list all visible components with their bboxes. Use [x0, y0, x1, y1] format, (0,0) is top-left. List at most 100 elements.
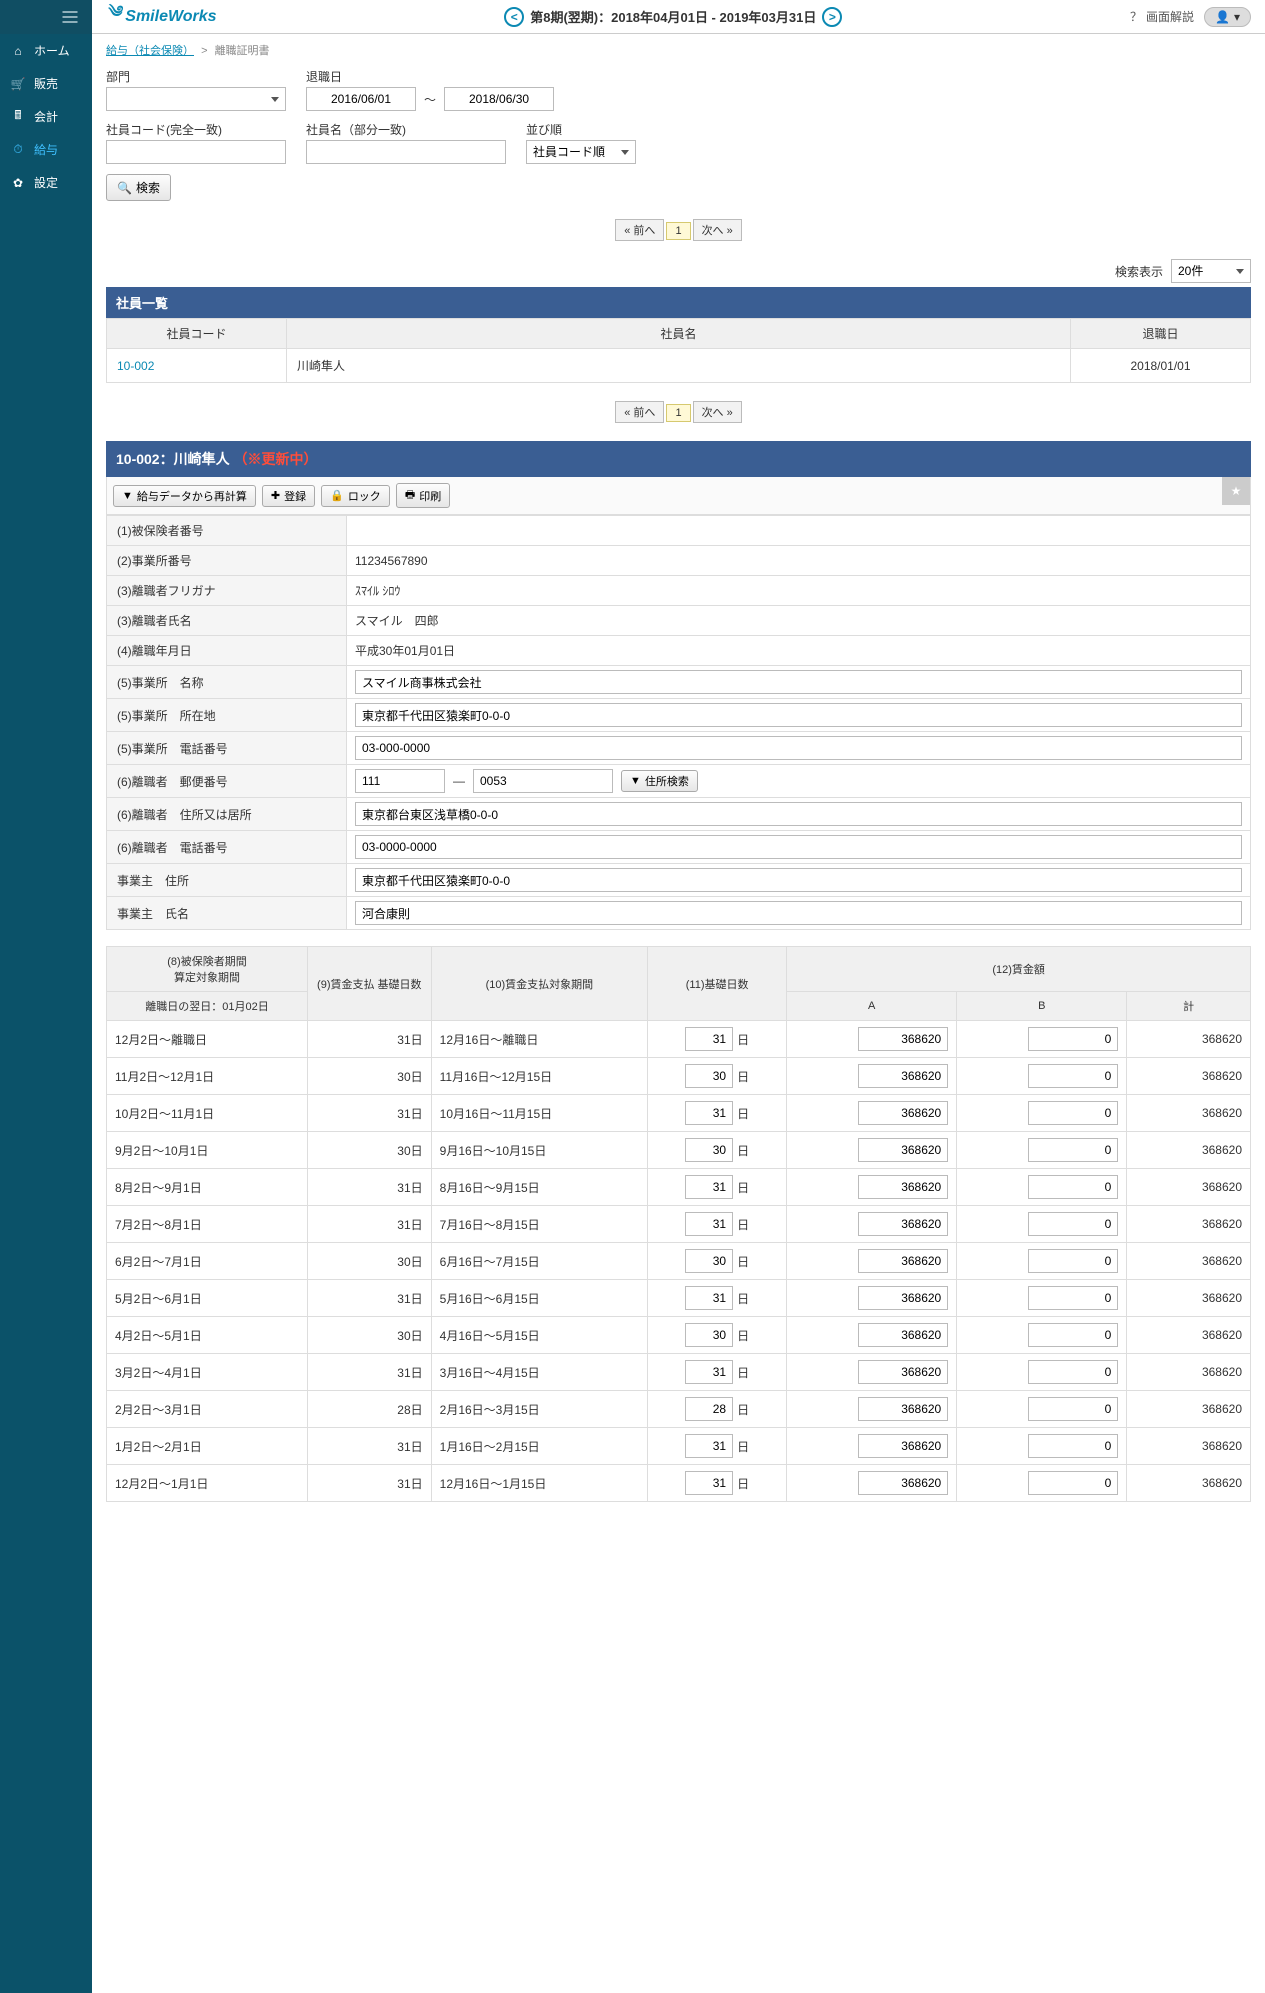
emp-code[interactable]: 10-002 — [107, 349, 287, 383]
breadcrumb-parent[interactable]: 給与（社会保険） — [106, 45, 194, 57]
nav-label: 設定 — [34, 174, 58, 191]
pager-page[interactable]: 1 — [666, 404, 690, 422]
wage-a-input[interactable] — [858, 1101, 948, 1125]
period-prev-button[interactable]: < — [504, 7, 524, 27]
office-tel-input[interactable] — [355, 736, 1242, 760]
days9: 30日 — [307, 1132, 431, 1169]
display-label: 検索表示 — [1115, 263, 1163, 280]
office-addr-input[interactable] — [355, 703, 1242, 727]
wage-b-input[interactable] — [1028, 1434, 1118, 1458]
wage-row: 1月2日～2月1日 31日 1月16日～2月15日 日 368620 — [107, 1428, 1251, 1465]
days11-input[interactable] — [685, 1101, 733, 1125]
nav-settings[interactable]: ✿設定 — [0, 166, 92, 199]
zip1-input[interactable] — [355, 769, 445, 793]
wage-a-input[interactable] — [858, 1471, 948, 1495]
sort-select[interactable]: 社員コード順 — [526, 140, 636, 164]
pager-next[interactable]: 次へ » — [693, 219, 742, 241]
table-row[interactable]: 10-002川崎隼人2018/01/01 — [107, 349, 1251, 383]
pager-next[interactable]: 次へ » — [693, 401, 742, 423]
search-button[interactable]: 🔍検索 — [106, 174, 171, 201]
wage-a-input[interactable] — [858, 1064, 948, 1088]
wage-a-input[interactable] — [858, 1212, 948, 1236]
f7b-label: 事業主 氏名 — [107, 897, 347, 930]
wage-a-input[interactable] — [858, 1397, 948, 1421]
lock-button[interactable]: 🔒 ロック — [321, 485, 390, 507]
days11-input[interactable] — [685, 1027, 733, 1051]
pager-prev[interactable]: « 前へ — [615, 219, 664, 241]
wage-a-input[interactable] — [858, 1138, 948, 1162]
wage-total: 368620 — [1127, 1428, 1251, 1465]
days11-input[interactable] — [685, 1175, 733, 1199]
logo[interactable]: ༄ SmileWorks — [106, 0, 217, 39]
period-next-button[interactable]: > — [822, 7, 842, 27]
days11-input[interactable] — [685, 1471, 733, 1495]
print-button[interactable]: 🖶 印刷 — [396, 483, 450, 508]
wage-total: 368620 — [1127, 1280, 1251, 1317]
employee-name-input[interactable] — [306, 140, 506, 164]
wage-a-input[interactable] — [858, 1249, 948, 1273]
wage-a-input[interactable] — [858, 1360, 948, 1384]
days11-input[interactable] — [685, 1323, 733, 1347]
wage-b-input[interactable] — [1028, 1397, 1118, 1421]
pager-page[interactable]: 1 — [666, 222, 690, 240]
owner-name-input[interactable] — [355, 901, 1242, 925]
sub-next: 離職日の翌日：01月02日 — [107, 992, 308, 1021]
office-name-input[interactable] — [355, 670, 1242, 694]
day-unit: 日 — [737, 1179, 749, 1196]
wage-b-input[interactable] — [1028, 1249, 1118, 1273]
owner-addr-input[interactable] — [355, 868, 1242, 892]
nav-accounting[interactable]: 🖩会計 — [0, 100, 92, 133]
nav-sales[interactable]: 🛒販売 — [0, 67, 92, 100]
wage-a-input[interactable] — [858, 1027, 948, 1051]
user-menu[interactable]: 👤▾ — [1204, 7, 1251, 27]
register-button[interactable]: ✚ 登録 — [262, 485, 315, 507]
wage-b-input[interactable] — [1028, 1323, 1118, 1347]
dept-select[interactable] — [106, 87, 286, 111]
days11-input[interactable] — [685, 1286, 733, 1310]
nav-home[interactable]: ⌂ホーム — [0, 34, 92, 67]
days11-input[interactable] — [685, 1434, 733, 1458]
pager-prev[interactable]: « 前へ — [615, 401, 664, 423]
menu-toggle[interactable] — [0, 0, 92, 34]
wage-b-input[interactable] — [1028, 1175, 1118, 1199]
wage-a-input[interactable] — [858, 1286, 948, 1310]
wage-a-input[interactable] — [858, 1323, 948, 1347]
leave-from-input[interactable] — [306, 87, 416, 111]
wage-b-input[interactable] — [1028, 1138, 1118, 1162]
leave-to-input[interactable] — [444, 87, 554, 111]
bookmark-button[interactable]: ★ — [1222, 477, 1250, 505]
f1-value — [347, 516, 1251, 546]
wage-b-input[interactable] — [1028, 1064, 1118, 1088]
days9: 28日 — [307, 1391, 431, 1428]
display-count-select[interactable]: 20件 — [1171, 259, 1251, 283]
employee-code-input[interactable] — [106, 140, 286, 164]
days11-input[interactable] — [685, 1397, 733, 1421]
recalc-button[interactable]: ▼ 給与データから再計算 — [113, 485, 256, 507]
days11-input[interactable] — [685, 1360, 733, 1384]
days11-input[interactable] — [685, 1249, 733, 1273]
period: 12月2日～離職日 — [107, 1021, 308, 1058]
period10: 8月16日～9月15日 — [431, 1169, 647, 1206]
leaver-addr-input[interactable] — [355, 802, 1242, 826]
h8b: 算定対象期間 — [174, 972, 240, 984]
wage-b-input[interactable] — [1028, 1027, 1118, 1051]
days11-input[interactable] — [685, 1064, 733, 1088]
wage-b-input[interactable] — [1028, 1286, 1118, 1310]
wage-a-input[interactable] — [858, 1175, 948, 1199]
zip2-input[interactable] — [473, 769, 613, 793]
wage-a-input[interactable] — [858, 1434, 948, 1458]
addr-search-button[interactable]: ▼ 住所検索 — [621, 770, 698, 792]
days11-input[interactable] — [685, 1212, 733, 1236]
detail-warning: （※更新中） — [233, 451, 317, 467]
wage-b-input[interactable] — [1028, 1360, 1118, 1384]
f4-value: 平成30年01月01日 — [347, 636, 1251, 666]
wage-b-input[interactable] — [1028, 1101, 1118, 1125]
wage-b-input[interactable] — [1028, 1212, 1118, 1236]
wage-b-input[interactable] — [1028, 1471, 1118, 1495]
code-label: 社員コード(完全一致) — [106, 121, 286, 138]
leaver-tel-input[interactable] — [355, 835, 1242, 859]
nav-payroll[interactable]: ⏱給与 — [0, 133, 92, 166]
days11-input[interactable] — [685, 1138, 733, 1162]
period10: 1月16日～2月15日 — [431, 1428, 647, 1465]
help-button[interactable]: ？画面解説 — [1130, 8, 1194, 25]
